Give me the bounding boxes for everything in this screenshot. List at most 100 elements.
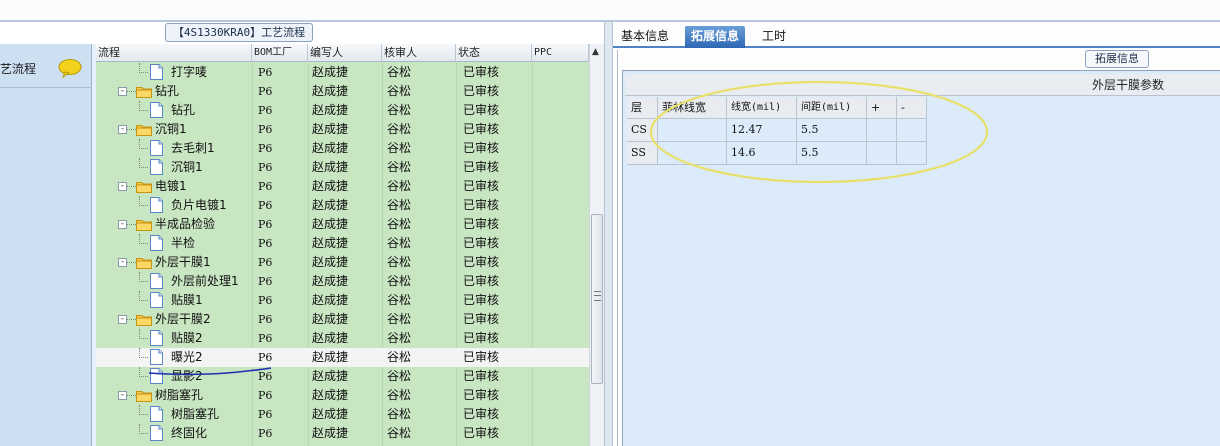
grid-cell-spacing[interactable]: 5.5 — [797, 119, 867, 142]
tree-node: - 钻孔 — [96, 82, 252, 101]
cell-reviewer: 谷松 — [387, 331, 412, 345]
cell-bom: P6 — [258, 332, 273, 345]
tree-connector — [127, 129, 136, 130]
scroll-thumb[interactable] — [591, 214, 603, 384]
grid-cell-layer[interactable]: CS — [627, 119, 658, 142]
collapse-toggle-icon[interactable]: - — [118, 87, 127, 96]
grid-cell-line-width[interactable]: 12.47 — [727, 119, 797, 142]
tab-work-hours[interactable]: 工时 — [756, 26, 792, 48]
tree-row[interactable]: - 沉铜1 P6 赵成捷 谷松 已审核 — [96, 120, 589, 139]
tree-node: 树脂塞孔 — [96, 405, 252, 424]
column-header-process[interactable]: 流程 — [96, 44, 252, 62]
cell-status: 已审核 — [463, 236, 500, 250]
tree-connector — [127, 186, 136, 187]
tree-row[interactable]: 半检 P6 赵成捷 谷松 已审核 — [96, 234, 589, 253]
tree-node-label: 半成品检验 — [155, 217, 216, 231]
collapse-toggle-icon[interactable]: - — [118, 315, 127, 324]
grid-header-remove[interactable]: - — [897, 97, 927, 119]
column-header-reviewer[interactable]: 核审人 — [382, 44, 456, 62]
grid-cell-add[interactable] — [867, 119, 897, 142]
cell-writer: 赵成捷 — [312, 388, 349, 402]
tree-node-label: 沉铜1 — [155, 122, 187, 136]
tree-connector — [139, 433, 148, 434]
cell-reviewer: 谷松 — [387, 255, 412, 269]
tree-row[interactable]: 打字唛 P6 赵成捷 谷松 已审核 — [96, 63, 589, 82]
scroll-up-arrow-icon[interactable]: ▲ — [592, 47, 599, 57]
tree-row[interactable]: - 钻孔 P6 赵成捷 谷松 已审核 — [96, 82, 589, 101]
cell-reviewer: 谷松 — [387, 160, 412, 174]
tree-row[interactable]: - 半成品检验 P6 赵成捷 谷松 已审核 — [96, 215, 589, 234]
column-header-bom[interactable]: BOM工厂 — [252, 44, 308, 62]
folder-icon — [136, 389, 152, 402]
cell-bom: P6 — [258, 389, 273, 402]
tree-row[interactable]: 去毛刺1 P6 赵成捷 谷松 已审核 — [96, 139, 589, 158]
tree-node-label: 贴膜1 — [171, 293, 203, 307]
process-tree-grid: 流程 BOM工厂 编写人 核审人 状态 PPC 打字唛 P6 赵成捷 谷松 已审核 - 钻孔… — [96, 44, 604, 446]
tree-row[interactable]: 贴膜1 P6 赵成捷 谷松 已审核 — [96, 291, 589, 310]
tree-row[interactable]: 外层前处理1 P6 赵成捷 谷松 已审核 — [96, 272, 589, 291]
document-icon — [150, 425, 163, 441]
cell-reviewer: 谷松 — [387, 426, 412, 440]
column-header-writer[interactable]: 编写人 — [308, 44, 382, 62]
tree-row[interactable]: - 树脂塞孔 P6 赵成捷 谷松 已审核 — [96, 386, 589, 405]
grip-icon — [594, 291, 601, 301]
tree-row[interactable]: - 外层干膜2 P6 赵成捷 谷松 已审核 — [96, 310, 589, 329]
tab-basic-info[interactable]: 基本信息 — [615, 26, 675, 48]
cell-writer: 赵成捷 — [312, 255, 349, 269]
grid-cell-layer[interactable]: SS — [627, 142, 658, 165]
grid-header-line-width[interactable]: 线宽(mil) — [727, 97, 797, 119]
cell-reviewer: 谷松 — [387, 369, 412, 383]
column-header-ppc[interactable]: PPC — [532, 44, 589, 62]
grid-cell-remove[interactable] — [897, 119, 927, 142]
grid-header-film-width[interactable]: 菲林线宽 — [658, 97, 727, 119]
collapse-toggle-icon[interactable]: - — [118, 125, 127, 134]
folder-icon — [136, 180, 152, 193]
cell-reviewer: 谷松 — [387, 217, 412, 231]
middle-splitter[interactable] — [604, 22, 613, 446]
cell-reviewer: 谷松 — [387, 293, 412, 307]
grid-cell-spacing[interactable]: 5.5 — [797, 142, 867, 165]
right-panel: 基本信息 拓展信息 工时 外层干膜参数 层 菲林线宽 线宽(mil) 间距(mi… — [613, 22, 1220, 446]
collapse-toggle-icon[interactable]: - — [118, 220, 127, 229]
document-icon — [150, 102, 163, 118]
cell-bom: P6 — [258, 256, 273, 269]
cell-bom: P6 — [258, 123, 273, 136]
tree-row[interactable]: 树脂塞孔 P6 赵成捷 谷松 已审核 — [96, 405, 589, 424]
tree-row[interactable]: 负片电镀1 P6 赵成捷 谷松 已审核 — [96, 196, 589, 215]
grid-header-add[interactable]: + — [867, 97, 897, 119]
tree-row[interactable]: 沉铜1 P6 赵成捷 谷松 已审核 — [96, 158, 589, 177]
grid-cell-remove[interactable] — [897, 142, 927, 165]
cell-writer: 赵成捷 — [312, 84, 349, 98]
column-header-status[interactable]: 状态 — [456, 44, 532, 62]
cell-writer: 赵成捷 — [312, 179, 349, 193]
grid-cell-line-width[interactable]: 14.6 — [727, 142, 797, 165]
document-icon — [150, 140, 163, 156]
grid-cell-film-width[interactable] — [658, 119, 727, 142]
tree-scrollbar[interactable]: ▲ — [589, 44, 604, 446]
tree-row[interactable]: - 外层干膜1 P6 赵成捷 谷松 已审核 — [96, 253, 589, 272]
collapse-toggle-icon[interactable]: - — [118, 182, 127, 191]
grid-cell-film-width[interactable] — [658, 142, 727, 165]
tab-extended-info[interactable]: 拓展信息 — [685, 26, 746, 48]
tree-row[interactable]: 终固化 P6 赵成捷 谷松 已审核 — [96, 424, 589, 443]
collapse-toggle-icon[interactable]: - — [118, 391, 127, 400]
document-icon — [150, 292, 163, 308]
tree-connector — [139, 376, 148, 377]
tree-connector — [127, 224, 136, 225]
tree-node-label: 外层干膜1 — [155, 255, 211, 269]
tree-header: 流程 BOM工厂 编写人 核审人 状态 PPC — [96, 44, 589, 62]
tree-row[interactable]: 贴膜2 P6 赵成捷 谷松 已审核 — [96, 329, 589, 348]
cell-bom: P6 — [258, 142, 273, 155]
chat-bubble-icon — [57, 58, 83, 79]
tree-row[interactable]: - 电镀1 P6 赵成捷 谷松 已审核 — [96, 177, 589, 196]
left-nav-item-process[interactable]: 艺流程 — [0, 56, 92, 82]
collapse-toggle-icon[interactable]: - — [118, 258, 127, 267]
tree-node-label: 打字唛 — [171, 65, 208, 79]
tree-row[interactable]: 钻孔 P6 赵成捷 谷松 已审核 — [96, 101, 589, 120]
tree-node: 贴膜2 — [96, 329, 252, 348]
left-nav-item-label: 艺流程 — [0, 62, 37, 76]
grid-cell-add[interactable] — [867, 142, 897, 165]
grid-header-spacing[interactable]: 间距(mil) — [797, 97, 867, 119]
cell-reviewer: 谷松 — [387, 103, 412, 117]
grid-header-layer[interactable]: 层 — [627, 97, 658, 119]
